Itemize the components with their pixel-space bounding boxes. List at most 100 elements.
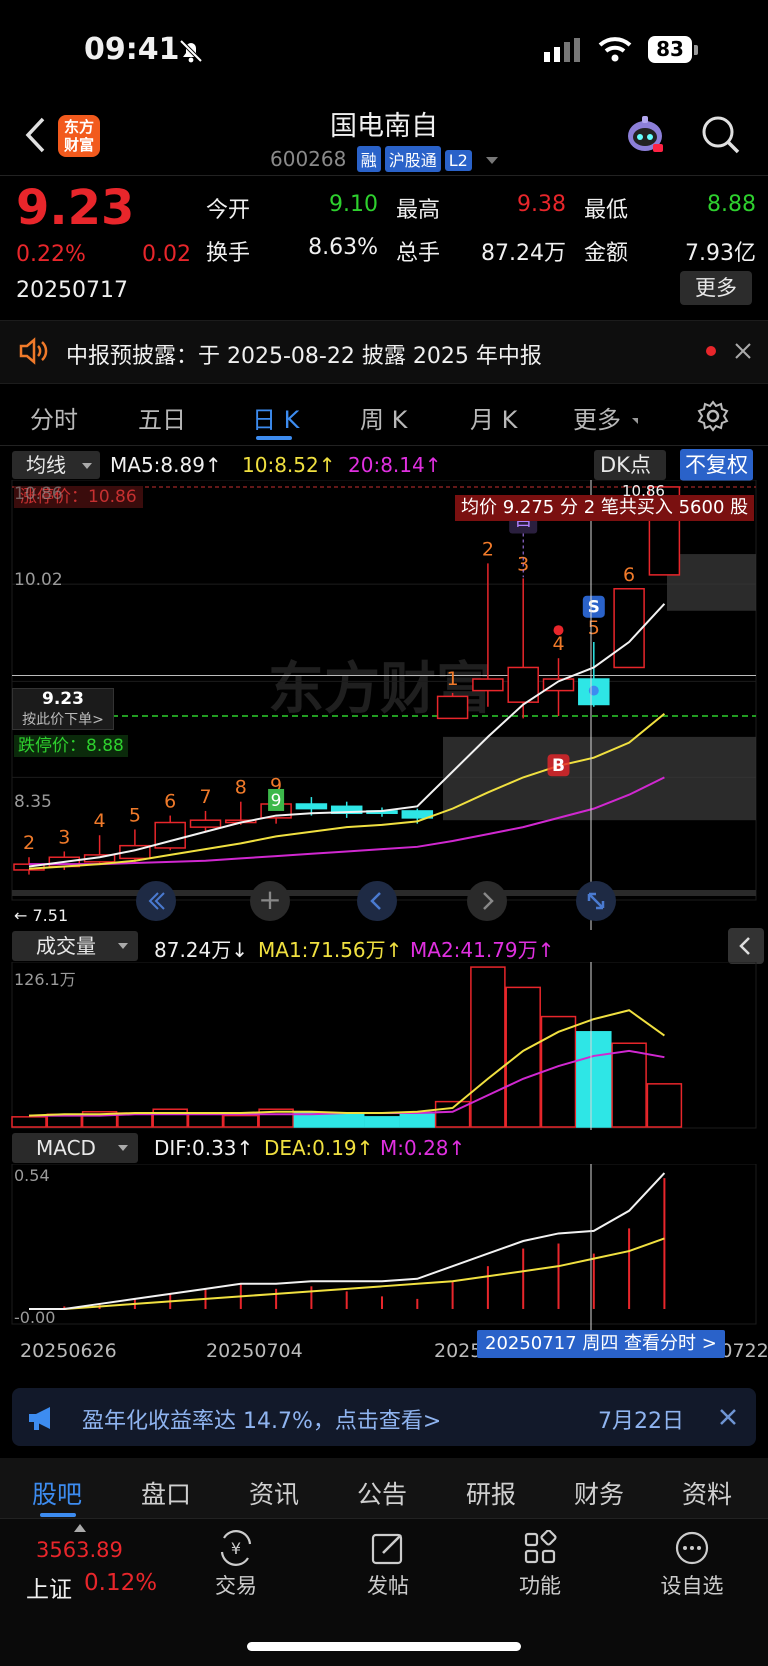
index-value[interactable]: 3563.89 xyxy=(36,1538,123,1562)
robot-assistant-icon[interactable] xyxy=(623,114,667,160)
min-price-label: ← 7.51 xyxy=(14,906,69,925)
collapse-left-button[interactable] xyxy=(136,881,176,921)
y-label-top: 10.86 xyxy=(14,484,63,504)
bell-mute-icon xyxy=(178,38,204,68)
volume-bar xyxy=(399,1113,436,1128)
count-marker: 4 xyxy=(552,633,564,655)
battery-icon: 83 xyxy=(648,36,692,63)
kline-chart[interactable]: 东方财富 2345678912345679自SB xyxy=(0,480,768,930)
promo-date: 7月22日 xyxy=(598,1409,684,1434)
add-watchlist-button[interactable]: 设自选 xyxy=(656,1530,728,1600)
trade-label: 交易 xyxy=(215,1574,257,1598)
svg-text:¥: ¥ xyxy=(231,1539,241,1558)
tab-intraday[interactable]: 分时 xyxy=(30,400,78,435)
expand-button[interactable] xyxy=(576,881,616,921)
current-price-label: 9.23 xyxy=(42,689,84,709)
volume-selector[interactable]: 成交量 xyxy=(12,931,138,961)
tab-finance[interactable]: 财务 xyxy=(574,1475,624,1511)
status-time: 09:41 xyxy=(84,32,180,67)
promo-text: 盈年化收益率达 14.7%，点击查看> xyxy=(82,1409,442,1434)
index-name: 上证 xyxy=(26,1577,72,1603)
macd-dea: DEA:0.19↑ xyxy=(264,1136,374,1160)
signal-icon xyxy=(544,38,584,66)
count-marker: 3 xyxy=(58,826,70,848)
volume-bar xyxy=(576,1031,612,1128)
tab-daily-k[interactable]: 日 K xyxy=(252,400,299,435)
scroll-right-button[interactable] xyxy=(467,881,507,921)
trade-button[interactable]: ¥ 交易 xyxy=(206,1530,266,1600)
functions-button[interactable]: 功能 xyxy=(510,1529,570,1600)
volume-ma2: MA2:41.79万↑ xyxy=(410,938,555,962)
count-marker: 8 xyxy=(235,777,247,799)
volume-chart[interactable] xyxy=(0,962,768,1130)
volume-bar xyxy=(223,1114,259,1128)
scroll-left-button[interactable] xyxy=(357,881,397,921)
functions-label: 功能 xyxy=(519,1574,561,1598)
count-marker: 2 xyxy=(23,832,35,854)
tab-news[interactable]: 资讯 xyxy=(249,1475,299,1511)
count-marker: 1 xyxy=(447,668,459,690)
resistance-zone xyxy=(667,554,756,611)
volume-bar xyxy=(187,1113,224,1128)
tab-weekly-k[interactable]: 周 K xyxy=(360,400,407,435)
count-marker: 4 xyxy=(94,810,106,832)
promo-banner[interactable]: 盈年化收益率达 14.7%，点击查看> 7月22日 xyxy=(12,1388,756,1446)
ma-selector[interactable]: 均线 xyxy=(12,451,100,479)
promo-close-icon[interactable] xyxy=(718,1407,738,1431)
tab-guba[interactable]: 股吧 xyxy=(32,1475,82,1511)
volume-bar xyxy=(364,1116,400,1128)
home-indicator xyxy=(247,1642,521,1651)
buy-dot xyxy=(553,625,564,636)
adjust-toggle[interactable]: 不复权 xyxy=(680,449,753,481)
macd-selector[interactable]: MACD xyxy=(12,1133,138,1163)
volume-bar xyxy=(470,966,506,1128)
post-button[interactable]: 发帖 xyxy=(358,1530,418,1600)
macd-caret-icon xyxy=(118,1145,128,1151)
amount-value: 7.93亿 xyxy=(685,241,756,266)
tab-announcement[interactable]: 公告 xyxy=(357,1475,407,1511)
high-value: 9.38 xyxy=(517,192,566,217)
volume-bar xyxy=(646,1083,683,1128)
high-label: 最高 xyxy=(396,198,441,223)
open-label: 今开 xyxy=(206,198,251,223)
count-marker: 5 xyxy=(588,617,600,639)
more-button[interactable]: 更多 xyxy=(680,271,752,305)
amount-label: 金额 xyxy=(584,241,629,266)
candle-body xyxy=(613,588,645,669)
tab-monthly-k[interactable]: 月 K xyxy=(470,400,517,435)
y-label-mid: 10.02 xyxy=(14,570,63,590)
trade-icon: ¥ xyxy=(220,1530,252,1566)
low-label: 最低 xyxy=(584,198,629,223)
gear-icon[interactable] xyxy=(697,400,729,436)
bottom-tab-indicator xyxy=(40,1513,76,1517)
volume-bar xyxy=(540,1015,577,1128)
count-marker: 7 xyxy=(199,786,211,808)
sell-dot xyxy=(588,685,599,696)
crosshair-date-tip[interactable]: 20250717 周四 查看分时 > xyxy=(477,1330,725,1358)
tab-profile[interactable]: 资料 xyxy=(682,1475,732,1511)
close-icon[interactable] xyxy=(734,342,752,364)
side-panel-toggle[interactable] xyxy=(728,928,764,964)
ma10-value: 10:8.52↑ xyxy=(242,453,336,477)
low-value: 8.88 xyxy=(707,192,756,217)
tab-more[interactable]: 更多 xyxy=(573,400,621,435)
tab-research[interactable]: 研报 xyxy=(466,1475,516,1511)
index-up-icon xyxy=(74,1524,86,1532)
wifi-icon xyxy=(598,36,632,66)
y-label-low: 8.35 xyxy=(14,792,52,812)
macd-chart[interactable] xyxy=(0,1164,768,1332)
volume-now: 87.24万↓ xyxy=(154,938,249,962)
search-icon[interactable] xyxy=(701,115,741,159)
turnover-label: 换手 xyxy=(206,241,251,266)
tab-five-day[interactable]: 五日 xyxy=(138,400,186,435)
zoom-in-button[interactable]: + xyxy=(250,881,290,921)
dk-point-toggle[interactable]: DK点 xyxy=(594,450,666,480)
edit-icon xyxy=(371,1533,403,1565)
stock-code-row[interactable]: 600268 融沪股通 L2 xyxy=(270,146,499,172)
badge-l2: L2 xyxy=(444,150,472,171)
tab-pankou[interactable]: 盘口 xyxy=(141,1475,191,1511)
more-dots-icon xyxy=(675,1531,709,1565)
current-price-box[interactable]: 9.23 按此价下单> xyxy=(12,688,114,730)
change-pct: 0.22% xyxy=(16,242,86,267)
notice-text[interactable]: 中报预披露：于 2025-08-22 披露 2025 年中报 xyxy=(66,338,542,370)
